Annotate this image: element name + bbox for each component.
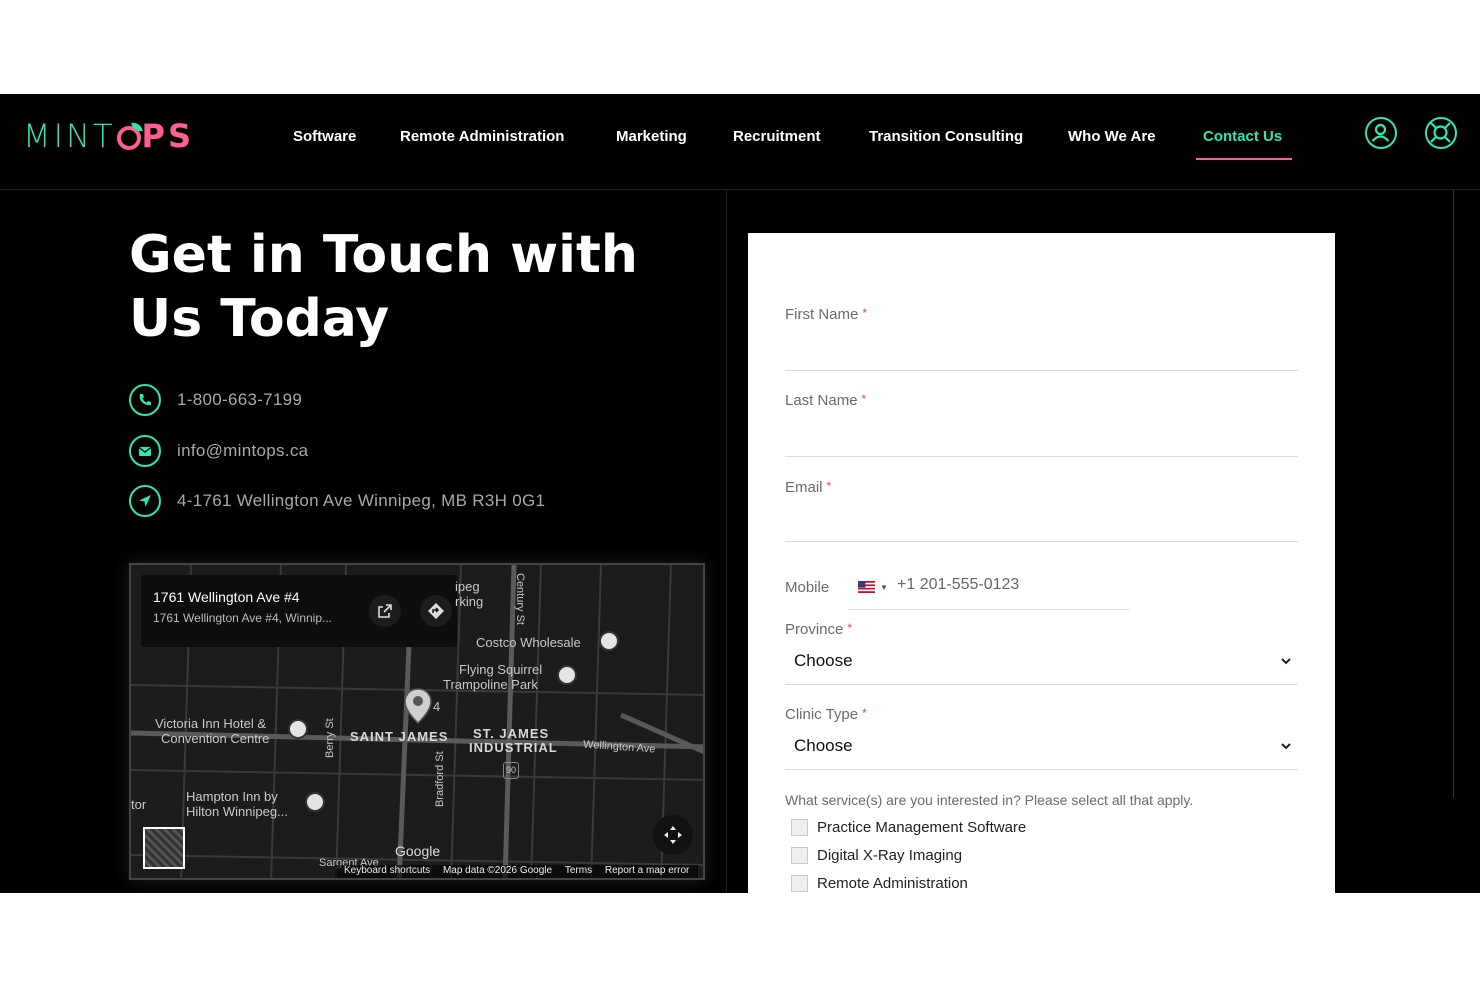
email-row[interactable]: info@mintops.ca [129, 433, 308, 469]
map-label-hampton-inn: Hampton Inn by [186, 789, 278, 804]
nav-item-who-we-are[interactable]: Who We Are [1068, 127, 1156, 147]
map-label-victoria-inn: Victoria Inn Hotel & [155, 716, 267, 731]
activity-poi-icon[interactable] [557, 665, 577, 685]
province-field[interactable]: Province * Choose [785, 621, 1298, 687]
clinic-type-label: Clinic Type [785, 706, 859, 723]
location-pin-icon[interactable] [403, 687, 433, 725]
mintops-logo[interactable]: MINT PS [23, 116, 194, 156]
last-name-field[interactable]: Last Name * [785, 392, 1298, 458]
lifebuoy-icon[interactable] [1425, 117, 1457, 149]
google-watermark: Google [395, 843, 441, 859]
phone-number[interactable]: 1-800-663-7199 [177, 390, 302, 410]
email-label: Email [785, 479, 823, 496]
report-map-error-link[interactable]: Report a map error [605, 865, 689, 876]
map-label-bradford-st: Bradford St [434, 751, 446, 807]
panel-divider [726, 190, 727, 893]
nav-item-recruitment[interactable]: Recruitment [733, 127, 821, 147]
clinic-type-select-line [785, 769, 1298, 770]
mobile-input[interactable]: +1 201-555-0123 [897, 576, 1019, 594]
hotel-poi-icon-2[interactable] [305, 792, 325, 812]
map-place-card[interactable]: 1761 Wellington Ave #4 1761 Wellington A… [141, 575, 457, 647]
first-name-label: First Name [785, 306, 859, 323]
map-label-costco: Costco Wholesale [476, 635, 581, 650]
mobile-input-line [848, 609, 1130, 610]
bottom-blank-area [0, 893, 1480, 987]
top-navigation-bar: MINT PS Software Remote Administration Ma… [0, 94, 1480, 190]
province-label: Province [785, 621, 844, 638]
shopping-poi-icon[interactable] [599, 631, 619, 651]
map-label-trampoline-park: Trampoline Park [443, 677, 538, 692]
clinic-type-select-value[interactable]: Choose [794, 736, 853, 756]
nav-item-contact-us[interactable]: Contact Us [1203, 127, 1282, 147]
user-circle-icon[interactable] [1365, 117, 1397, 149]
map-label-century-st: Century St [514, 573, 526, 625]
chevron-down-icon[interactable] [1280, 740, 1292, 752]
map-label-industrial: INDUSTRIAL [469, 740, 558, 755]
nav-item-transition-consulting[interactable]: Transition Consulting [869, 127, 1023, 147]
google-map[interactable]: 1761 Wellington Ave #4 1761 Wellington A… [129, 563, 705, 880]
first-name-field[interactable]: First Name * [785, 306, 1298, 372]
top-blank-area [0, 0, 1480, 94]
clinic-type-field[interactable]: Clinic Type * Choose [785, 706, 1298, 772]
service-checkbox-row[interactable]: Remote Administration [791, 873, 968, 893]
nav-item-software[interactable]: Software [293, 127, 356, 147]
chevron-down-icon[interactable] [1280, 655, 1292, 667]
map-label-flying-squirrel: Flying Squirrel [459, 662, 543, 677]
map-label-ipeg: ipeg [455, 579, 480, 594]
practice-management-checkbox[interactable] [791, 818, 808, 836]
map-label-saint-james: SAINT JAMES [350, 729, 449, 744]
last-name-input-line[interactable] [785, 456, 1298, 457]
map-label-rking: rking [455, 594, 484, 609]
scroll-edge [1453, 190, 1454, 798]
service-option-label[interactable]: Digital X-Ray Imaging [817, 847, 962, 864]
map-pin-number: 4 [433, 699, 441, 714]
map-label-hilton-winnipeg: Hilton Winnipeg... [186, 804, 288, 819]
location-arrow-icon [129, 485, 161, 517]
services-question: What service(s) are you interested in? P… [785, 792, 1194, 808]
address-row[interactable]: 4-1761 Wellington Ave Winnipeg, MB R3H 0… [129, 483, 545, 519]
service-option-label[interactable]: Remote Administration [817, 875, 968, 892]
country-dropdown-caret-icon[interactable]: ▼ [880, 583, 888, 592]
last-name-label: Last Name [785, 392, 858, 409]
map-label-convention-centre: Convention Centre [161, 731, 270, 746]
hotel-poi-icon[interactable] [288, 719, 308, 739]
satellite-thumbnail[interactable] [143, 827, 185, 869]
street-address[interactable]: 4-1761 Wellington Ave Winnipeg, MB R3H 0… [177, 491, 545, 511]
keyboard-shortcuts-link[interactable]: Keyboard shortcuts [344, 865, 430, 876]
digital-xray-checkbox[interactable] [791, 846, 808, 864]
directions-icon[interactable] [420, 595, 452, 627]
email-input-line[interactable] [785, 541, 1298, 542]
route-shield: 90 [503, 762, 520, 779]
us-flag-icon[interactable] [858, 581, 875, 593]
service-checkbox-row[interactable]: Practice Management Software [791, 817, 1026, 837]
map-place-title: 1761 Wellington Ave #4 [153, 589, 300, 605]
map-attribution: Keyboard shortcuts Map data ©2026 Google… [335, 865, 699, 878]
envelope-icon [129, 435, 161, 467]
mobile-label: Mobile [785, 579, 830, 596]
province-select-line [785, 684, 1298, 685]
nav-item-remote-administration[interactable]: Remote Administration [400, 127, 564, 147]
page-title: Get in Touch with Us Today [129, 225, 638, 349]
logo-leaf-icon [116, 126, 141, 150]
remote-administration-checkbox[interactable] [791, 874, 808, 892]
service-option-label[interactable]: Practice Management Software [817, 819, 1026, 836]
open-external-icon[interactable] [369, 595, 401, 627]
first-name-input-line[interactable] [785, 370, 1298, 371]
map-place-subtitle: 1761 Wellington Ave #4, Winnip... [153, 611, 333, 625]
province-select-value[interactable]: Choose [794, 651, 853, 671]
map-label-berry-st: Berry St [324, 718, 336, 758]
phone-icon [129, 384, 161, 416]
map-data-credit: Map data ©2026 Google [442, 865, 553, 876]
map-label-st-james: ST. JAMES [473, 726, 550, 741]
service-checkbox-row[interactable]: Digital X-Ray Imaging [791, 845, 962, 865]
email-field[interactable]: Email * [785, 479, 1298, 545]
active-nav-underline [1196, 158, 1292, 160]
terms-link[interactable]: Terms [565, 865, 592, 876]
email-address[interactable]: info@mintops.ca [177, 441, 308, 461]
map-label-tor: tor [131, 797, 147, 812]
contact-form: First Name * Last Name * Email * Mobile ▼ +… [748, 233, 1335, 893]
nav-item-marketing[interactable]: Marketing [616, 127, 687, 147]
phone-row[interactable]: 1-800-663-7199 [129, 382, 302, 418]
map-pan-icon[interactable] [653, 815, 693, 855]
